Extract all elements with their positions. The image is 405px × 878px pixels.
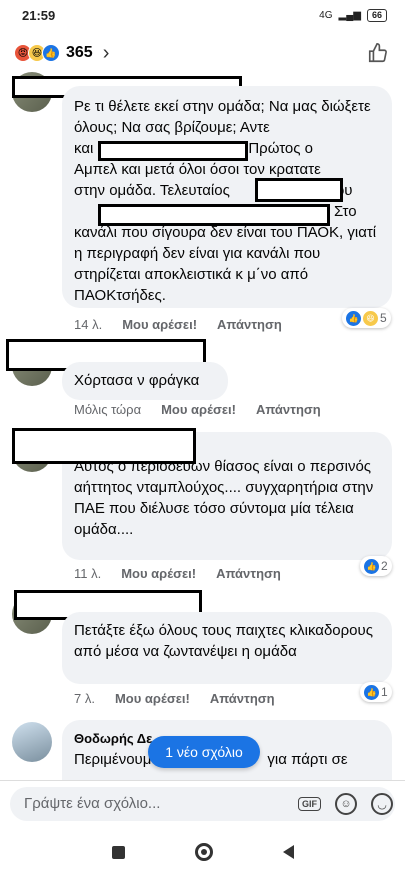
comment-text: κανάλι που σίγουρα δεν είναι του ΠΑΟΚ, γ… [74,224,377,304]
reaction-count: 1 [381,685,388,699]
comment-actions: 11 λ. Μου αρέσει! Απάντηση [74,566,281,581]
redacted-name [255,178,343,202]
comment-bubble[interactable]: Πετάξτε έξω όλους τους παιχτες κλικαδορο… [62,612,392,684]
comment-text: Περιμένουμ [74,751,152,768]
composer-icons: GIF ☺ ◡ [298,793,393,815]
comment-actions: 14 λ. Μου αρέσει! Απάντηση [74,317,282,332]
system-nav-bar [0,826,405,878]
reaction-count: 5 [380,311,387,325]
comment-time: Μόλις τώρα [74,402,142,417]
comment-reactions[interactable]: 👍 😆 5 [342,308,391,328]
comment-text: Πετάξτε έξω όλους τους παιχτες κλικαδορο… [74,622,373,660]
comment-text: και [74,140,94,157]
redacted-name [98,204,330,226]
status-bar: 21:59 4G ▂▄▆ 66 [0,0,405,30]
like-icon: 👍 [346,310,361,326]
comment-bubble[interactable]: Χόρτασα ν φράγκα [62,362,228,400]
redacted-author [12,428,196,464]
like-icon: 👍 [42,44,60,62]
status-right: 4G ▂▄▆ 66 [319,8,387,22]
comment-text: για πάρτι σε [267,751,348,768]
like-link[interactable]: Μου αρέσει! [121,566,196,581]
reply-link[interactable]: Απάντηση [210,691,275,706]
comment-composer: Γράψτε ένα σχόλιο... GIF ☺ ◡ [0,780,405,826]
like-button-icon[interactable] [365,40,391,66]
network-indicator: 4G [319,9,333,21]
comment-actions: Μόλις τώρα Μου αρέσει! Απάντηση [74,402,321,417]
redacted-name [98,141,248,161]
reply-link[interactable]: Απάντηση [217,317,282,332]
like-icon: 👍 [364,558,379,574]
haha-icon: 😆 [363,310,378,326]
comment-text: Στο [334,203,357,220]
emoji-icon[interactable]: ☺ [335,793,357,815]
new-comment-button[interactable]: 1 νέο σχόλιο [148,736,260,768]
home-icon[interactable] [194,843,213,861]
back-icon[interactable] [282,845,294,859]
reactions-count: 365 [66,44,93,61]
reactions-header[interactable]: 😡 😆 👍 365 › [0,30,405,76]
like-link[interactable]: Μου αρέσει! [122,317,197,332]
signal-icon: ▂▄▆ [338,9,361,21]
comment-text: Πρώτος ο [248,140,313,157]
reply-link[interactable]: Απάντηση [216,566,281,581]
like-link[interactable]: Μου αρέσει! [115,691,190,706]
comment-reactions[interactable]: 👍 1 [360,682,392,702]
chevron-right-icon[interactable]: › [103,42,110,65]
sticker-icon[interactable]: ◡ [371,793,393,815]
reaction-count: 2 [381,559,388,573]
comment-input-placeholder: Γράψτε ένα σχόλιο... [24,795,161,812]
recents-icon[interactable] [111,845,125,859]
reply-link[interactable]: Απάντηση [256,402,321,417]
status-time: 21:59 [22,7,56,23]
like-icon: 👍 [364,684,379,700]
comment-text: Χόρτασα ν φράγκα [74,372,200,389]
comment-text: στην ομάδα. Τελευταίος [74,182,230,199]
comment-text: Αμπελ και μετά όλοι όσοι τον κρατατε [74,161,321,178]
avatar[interactable] [12,722,52,762]
comment-actions: 7 λ. Μου αρέσει! Απάντηση [74,691,275,706]
gif-icon[interactable]: GIF [298,797,321,811]
comment-time: 14 λ. [74,317,103,332]
comment-text: Ρε τι θέλετε εκεί στην ομάδα; Να μας διώ… [74,98,371,136]
comment-time: 7 λ. [74,691,95,706]
like-link[interactable]: Μου αρέσει! [161,402,236,417]
comment-text: Αυτός ο περιοδεύων θίασος είναι ο περσιν… [74,458,374,538]
battery-icon: 66 [366,8,387,22]
comment-time: 11 λ. [74,566,102,581]
comment-reactions[interactable]: 👍 2 [360,556,392,576]
